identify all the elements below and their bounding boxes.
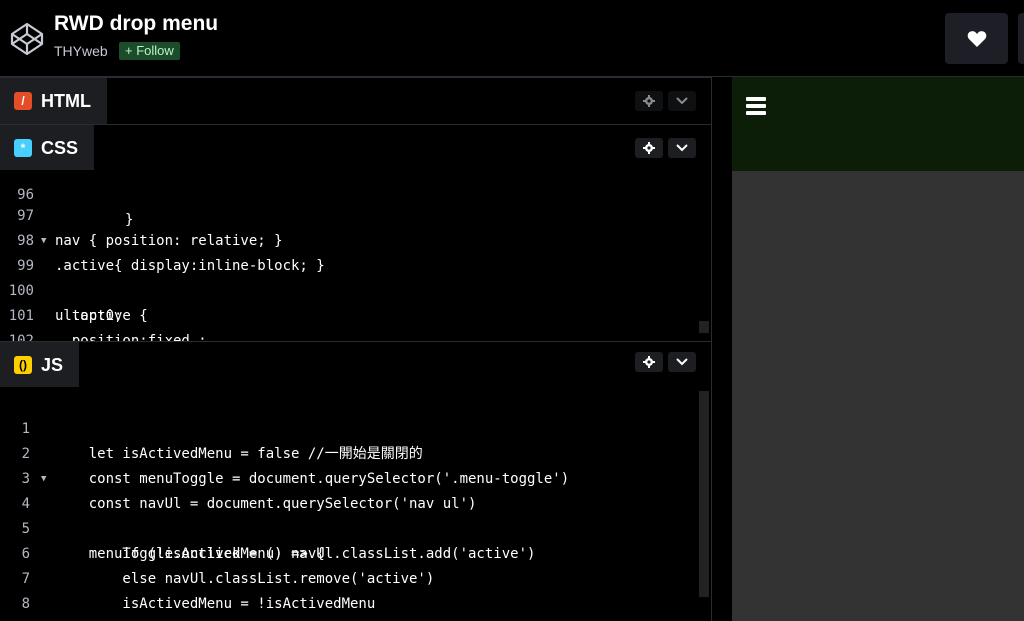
html-editor-header: / HTML [0, 77, 711, 124]
css-tab-label: CSS [41, 137, 79, 158]
code-line: 8 } [0, 567, 711, 612]
editor-column: / HTML * CSS 96 } 97 nav { position: rel [0, 77, 711, 621]
code-line: 99 ▼ ul.active { [0, 229, 711, 324]
code-line: 2 const menuToggle = document.querySelec… [0, 417, 711, 487]
preview-pane [732, 77, 1024, 621]
code-line: 6 else navUl.classList.remove('active') [0, 517, 711, 587]
code-line: 102 } [0, 304, 711, 341]
code-text: position:fixed ; [55, 333, 207, 341]
heart-button[interactable] [945, 13, 1008, 64]
code-line: 100 top:0; [0, 254, 711, 324]
heart-icon [967, 30, 986, 47]
css-editor-header: * CSS [0, 124, 711, 171]
css-collapse-button[interactable] [668, 138, 696, 158]
author-link[interactable]: THYweb [54, 43, 108, 59]
js-tab[interactable]: () JS [0, 342, 80, 388]
js-tab-label: JS [41, 354, 64, 375]
chevron-down-icon [676, 97, 688, 105]
code-line: 101 position:fixed ; [0, 279, 711, 341]
css-code-editor[interactable]: 96 } 97 nav { position: relative; } 98 .… [0, 170, 711, 341]
gear-icon [643, 95, 655, 107]
pen-header: RWD drop menu THYweb + Follow [0, 0, 1024, 77]
html-settings-button[interactable] [635, 91, 663, 111]
code-line: 97 nav { position: relative; } [0, 179, 711, 249]
line-number: 102 [8, 333, 34, 341]
gear-icon [643, 356, 655, 368]
chevron-down-icon [676, 144, 688, 152]
chevron-down-icon [676, 358, 688, 366]
css-icon: * [14, 139, 32, 157]
js-editor-header: () JS [0, 341, 711, 388]
js-code-editor[interactable]: 1 let isActivedMenu = false //一開始是關閉的 2 … [0, 387, 711, 621]
css-tab[interactable]: * CSS [0, 125, 95, 171]
preview-navbar [732, 77, 1024, 171]
fold-arrow-icon[interactable]: ▼ [41, 467, 46, 492]
html-icon: / [14, 92, 32, 110]
js-collapse-button[interactable] [668, 352, 696, 372]
fold-arrow-icon[interactable]: ▼ [41, 229, 46, 254]
code-text: isActivedMenu = !isActivedMenu [55, 596, 376, 612]
code-text: } [55, 617, 97, 621]
css-scrollbar[interactable] [699, 321, 709, 333]
html-tab[interactable]: / HTML [0, 78, 107, 124]
code-line: 3 const navUl = document.querySelector('… [0, 442, 711, 512]
css-settings-button[interactable] [635, 138, 663, 158]
hamburger-menu-icon[interactable] [746, 97, 766, 117]
code-line: 1 let isActivedMenu = false //一開始是關閉的 [0, 392, 711, 462]
js-icon: () [14, 356, 32, 374]
resize-divider[interactable] [711, 77, 733, 621]
js-scrollbar[interactable] [699, 391, 709, 597]
html-tab-label: HTML [41, 90, 91, 111]
js-settings-button[interactable] [635, 352, 663, 372]
follow-button[interactable]: + Follow [119, 42, 180, 60]
code-line: 4 ▼ menuToggle.onclick = () => { [0, 467, 711, 562]
codepen-logo-icon[interactable] [9, 21, 45, 57]
line-number: 8 [21, 596, 30, 612]
pen-title: RWD drop menu [54, 12, 219, 35]
code-line: 5 if (!isActivedMenu) navUl.classList.ad… [0, 492, 711, 562]
gear-icon [643, 142, 655, 154]
more-button[interactable] [1018, 13, 1024, 64]
html-collapse-button[interactable] [668, 91, 696, 111]
code-line: 98 .active{ display:inline-block; } [0, 204, 711, 274]
code-line: 7 isActivedMenu = !isActivedMenu [0, 542, 711, 612]
